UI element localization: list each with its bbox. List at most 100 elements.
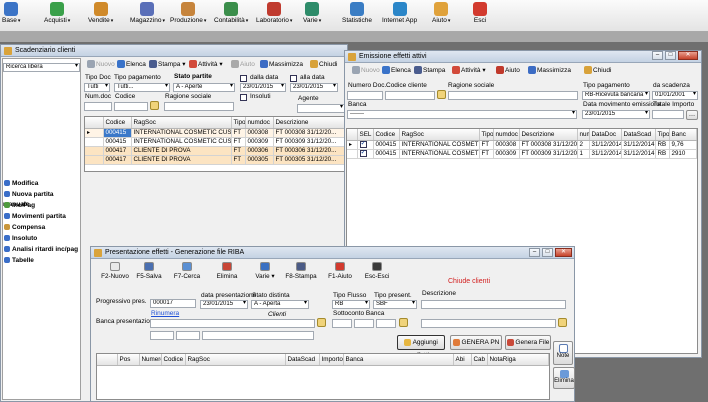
col-header[interactable]: Numero	[139, 354, 162, 366]
emissione-ragione-sociale-field[interactable]	[448, 91, 578, 100]
col-header[interactable]: Banc	[669, 129, 697, 141]
elimina-riga-button[interactable]: Elimina	[553, 367, 575, 389]
codice-search-icon[interactable]	[150, 101, 159, 110]
banca-search-icon[interactable]	[317, 318, 326, 327]
descrizione-field[interactable]	[421, 300, 566, 309]
chiudi-button[interactable]: Chiudi	[310, 59, 337, 71]
emissione-nuovo-button[interactable]: Nuovo	[352, 65, 380, 77]
ragione-sociale-field[interactable]	[164, 102, 234, 111]
menu-item-nuova-partita-manuale[interactable]: Nuova partita manuale	[3, 190, 80, 208]
col-header[interactable]: Codice	[373, 129, 400, 141]
table-row[interactable]: 000417 CLIENTE DI PROVA FT 000305 FT 000305 …	[85, 155, 345, 165]
genera-file-button[interactable]: Genera File	[505, 335, 551, 350]
alla-data-checkbox[interactable]	[290, 75, 297, 82]
table-row[interactable]: 000417 CLIENTE DI PROVA FT 000306 FT 000306 …	[85, 146, 345, 156]
col-header[interactable]: Tipo	[479, 129, 494, 141]
tipo-pagamento-combo[interactable]: Tutti...	[114, 83, 170, 92]
extra-search-icon[interactable]	[558, 318, 567, 327]
sottoconto-field-1[interactable]	[332, 319, 352, 328]
toolbar-varie-button[interactable]: Varie▾	[303, 2, 321, 30]
dalla-data-field[interactable]: 23/01/2015	[240, 83, 286, 92]
rinumera-link[interactable]: Rinumera	[151, 310, 179, 317]
emissione-massimizza-button[interactable]: Massimizza	[528, 65, 571, 77]
menu-item-tabelle[interactable]: Tabelle	[3, 256, 80, 266]
col-header[interactable]: Importo	[319, 354, 344, 366]
attivita-button[interactable]: Attività ▾	[189, 59, 223, 71]
sottoconto-field-3[interactable]	[376, 319, 396, 328]
table-row[interactable]: ▸ 000415 INTERNATIONAL COSMETIC CUST... FT 0…	[85, 128, 345, 138]
col-header[interactable]: Pos	[117, 354, 140, 366]
extra-field[interactable]	[421, 319, 556, 328]
emissione-elenca-button[interactable]: Elenca	[382, 65, 411, 77]
toolbar-internet-app-button[interactable]: Internet App	[382, 2, 417, 30]
num-doc-field[interactable]	[84, 102, 112, 111]
codice-cliente-field[interactable]	[385, 91, 435, 100]
banca-presentazione-field[interactable]	[150, 319, 315, 328]
menu-item-insoluto[interactable]: Insoluto	[3, 234, 80, 244]
sottoconto-search-icon[interactable]	[399, 318, 408, 327]
col-header[interactable]: NotaRiga	[487, 354, 549, 366]
col-header[interactable]: numdoc	[493, 129, 520, 141]
col-header[interactable]: Descrizione	[519, 129, 578, 141]
col-header[interactable]: numi	[577, 129, 590, 141]
col-header[interactable]: numdoc	[245, 117, 274, 129]
menu-item-movimenti-partita[interactable]: Movimenti partita	[3, 212, 80, 222]
totale-importo-button[interactable]: …	[686, 110, 698, 120]
massimizza-button[interactable]: Massimizza	[260, 59, 303, 71]
toolbar-vendite-button[interactable]: Vendite▾	[88, 2, 113, 30]
varie-button[interactable]: Varie ▾	[248, 262, 282, 280]
emissione-attivita-button[interactable]: Attività ▾	[452, 65, 486, 77]
emissione-close-button[interactable]: ✕	[678, 51, 698, 60]
codice-field[interactable]	[114, 102, 148, 111]
presentazione-minimize-button[interactable]: –	[529, 248, 540, 257]
elenca-button[interactable]: Elenca	[117, 59, 146, 71]
emissione-tipo-pagamento-combo[interactable]: RB-Ricevuta bancaria	[582, 91, 650, 100]
select-checkbox[interactable]	[359, 140, 367, 148]
menu-item-modifica[interactable]: Modifica	[3, 179, 80, 189]
col-header[interactable]: RagSoc	[131, 117, 232, 129]
col-header[interactable]: Tipo	[655, 129, 670, 141]
agente-combo[interactable]	[297, 104, 345, 113]
toolbar-produzione-button[interactable]: Produzione▾	[170, 2, 206, 30]
genera-pn-button[interactable]: GENERA PN	[450, 335, 502, 350]
f7-cerca-button[interactable]: F7-Cerca	[170, 262, 204, 280]
nuovo-button[interactable]: Nuovo	[87, 59, 115, 71]
table-row[interactable]: 000415 INTERNATIONAL COSMETIC CUST... FT 00…	[85, 137, 345, 147]
emissione-stampa-button[interactable]: Stampa	[414, 65, 445, 77]
menu-item-analisi-ritardi-inc-pag[interactable]: Analisi ritardi inc/pag	[3, 245, 80, 255]
banca-combo[interactable]: -------	[347, 110, 577, 119]
note-button[interactable]: Note	[553, 341, 573, 365]
col-header[interactable]: DataScad	[621, 129, 656, 141]
emissione-minimize-button[interactable]: –	[652, 51, 663, 60]
col-header[interactable]: Banca	[343, 354, 454, 366]
select-checkbox[interactable]	[359, 149, 367, 157]
data-presentazione-field[interactable]: 23/01/2015	[200, 300, 248, 309]
sottoconto-field-2[interactable]	[354, 319, 374, 328]
col-header[interactable]: Codice	[103, 117, 132, 129]
f5-salva-button[interactable]: F5-Salva	[132, 262, 166, 280]
emissione-aiuto-button[interactable]: Aiuto	[496, 65, 520, 77]
menu-item-inc-pag[interactable]: Inc/Pag	[3, 201, 80, 211]
cell-sel[interactable]	[357, 140, 374, 150]
da-scadenza-field[interactable]: 01/01/2001	[652, 91, 698, 100]
esc-esci-button[interactable]: Esc-Esci	[360, 262, 394, 280]
col-header[interactable]: Abi	[453, 354, 472, 366]
table-row[interactable]: 000415INTERNATIONAL COSMETI...FT000309FT…	[347, 149, 697, 159]
codice-cliente-search-icon[interactable]	[437, 90, 446, 99]
toolbar-acquisti-button[interactable]: Acquisti▾	[44, 2, 70, 30]
toolbar-laboratorio-button[interactable]: Laboratorio▾	[256, 2, 292, 30]
search-mode-combo[interactable]: Ricerca libera	[3, 63, 80, 72]
f8-stampa-button[interactable]: F8-Stampa	[284, 262, 318, 280]
emissione-chiudi-button[interactable]: Chiudi	[584, 65, 611, 77]
stato-partite-combo[interactable]: A - Aperte	[173, 83, 235, 92]
col-header[interactable]: DataScad	[285, 354, 320, 366]
toolbar-base-button[interactable]: Base▾	[2, 2, 20, 30]
stampa-button[interactable]: Stampa ▾	[149, 59, 185, 71]
col-header[interactable]: RagSoc	[399, 129, 480, 141]
numero-doc-field[interactable]	[347, 91, 383, 100]
toolbar-statistiche-button[interactable]: Statistiche	[342, 2, 372, 30]
stato-distinta-combo[interactable]: A - Aperta	[251, 300, 309, 309]
col-header[interactable]: Codice	[161, 354, 186, 366]
toolbar-contabilit--button[interactable]: Contabilità▾	[214, 2, 248, 30]
col-header[interactable]: RagSoc	[185, 354, 286, 366]
